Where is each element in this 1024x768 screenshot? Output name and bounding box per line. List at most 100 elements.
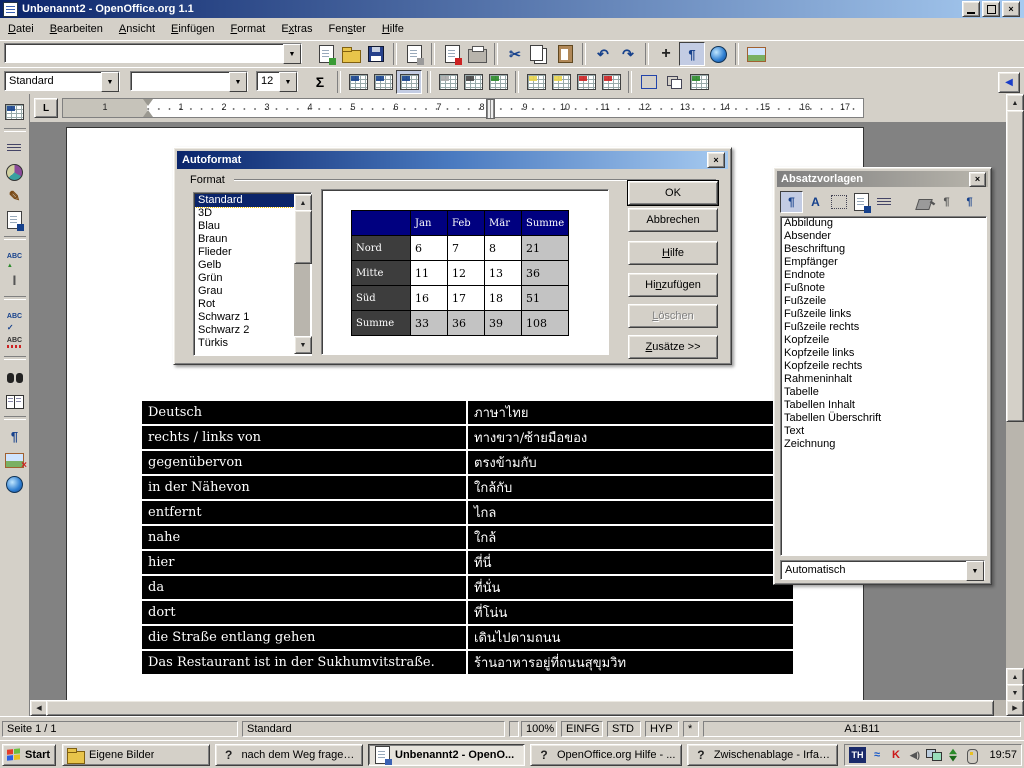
style-item-beschriftung[interactable]: Beschriftung <box>781 243 986 256</box>
delete-column-icon[interactable] <box>599 71 623 93</box>
table-cell-german[interactable]: die Straße entlang gehen <box>141 625 467 650</box>
style-item-text[interactable]: Text <box>781 425 986 438</box>
format-item-standard[interactable]: Standard <box>195 194 294 207</box>
copy-icon[interactable] <box>528 43 552 65</box>
autotext-icon[interactable]: ABC▲ <box>3 244 27 268</box>
style-dropdown-button[interactable]: ▼ <box>101 72 119 92</box>
list-scroll-down-button[interactable]: ▼ <box>294 336 312 354</box>
table-cell-german[interactable]: gegenübervon <box>141 450 467 475</box>
table-cell-german[interactable]: rechts / links von <box>141 425 467 450</box>
cancel-button[interactable]: Abbrechen <box>628 208 718 232</box>
redo-icon[interactable]: ↷ <box>616 43 640 65</box>
menu-ansicht[interactable]: Ansicht <box>111 20 163 38</box>
url-combobox[interactable]: ▼ <box>4 43 302 63</box>
style-item-rahmeninhalt[interactable]: Rahmeninhalt <box>781 373 986 386</box>
close-button[interactable]: × <box>1002 1 1020 17</box>
new-document-icon[interactable] <box>314 43 338 65</box>
optimize-icon[interactable] <box>396 70 422 94</box>
save-icon[interactable] <box>364 43 388 65</box>
style-item-zeichnung[interactable]: Zeichnung <box>781 438 986 451</box>
format-item-schwarz-2[interactable]: Schwarz 2 <box>195 324 294 337</box>
table-cell-german[interactable]: entfernt <box>141 500 467 525</box>
task-eigene-bilder-icon[interactable] <box>67 744 85 766</box>
fill-format-mode-icon[interactable] <box>913 192 934 212</box>
format-item-rot[interactable]: Rot <box>195 298 294 311</box>
menu-hilfe[interactable]: Hilfe <box>374 20 412 38</box>
start-button[interactable]: Start <box>2 744 56 766</box>
size-dropdown-button[interactable]: ▼ <box>279 72 297 92</box>
style-item-absender[interactable]: Absender <box>781 230 986 243</box>
style-item-tabelle[interactable]: Tabelle <box>781 386 986 399</box>
table-cell-german[interactable]: in der Nähevon <box>141 475 467 500</box>
task-zwischenablage[interactable]: ?Zwischenablage - Irfan... <box>687 744 838 766</box>
export-pdf-icon[interactable] <box>440 43 464 65</box>
task-unbenannt2[interactable]: Unbenannt2 - OpenO... <box>368 744 525 766</box>
table-cell-thai[interactable]: ภาษาไทย <box>467 400 794 425</box>
format-item-blau[interactable]: Blau <box>195 220 294 233</box>
task-nach-dem-weg-fragen[interactable]: ?nach dem Weg fragen ... <box>215 744 363 766</box>
url-value[interactable] <box>4 43 302 63</box>
style-item-fu-zeile-rechts[interactable]: Fußzeile rechts <box>781 321 986 334</box>
table-cell-thai[interactable]: ตรงข้ามกับ <box>467 450 794 475</box>
add-button[interactable]: Hinzufügen <box>628 273 718 297</box>
borders-icon[interactable] <box>436 71 460 93</box>
format-item-gelb[interactable]: Gelb <box>195 259 294 272</box>
style-item-empf-nger[interactable]: Empfänger <box>781 256 986 269</box>
style-item-abbildung[interactable]: Abbildung <box>781 217 986 230</box>
table-cell-thai[interactable]: ใกล้ <box>467 525 794 550</box>
task-unbenannt2-icon[interactable] <box>373 744 391 766</box>
insert-object-icon[interactable] <box>3 160 27 184</box>
split-cells-icon[interactable] <box>371 71 395 93</box>
format-item-t-rkis[interactable]: Türkis <box>195 337 294 350</box>
network-icon[interactable] <box>926 747 942 763</box>
print-icon[interactable] <box>465 43 489 65</box>
help-button[interactable]: Hilfe <box>628 241 718 265</box>
gallery-icon[interactable] <box>744 43 768 65</box>
spellcheck-icon[interactable]: ABC✓ <box>3 304 27 328</box>
input-device-icon[interactable] <box>964 747 980 763</box>
scroll-right-button[interactable]: ▶ <box>1006 700 1024 716</box>
style-item-kopfzeile-links[interactable]: Kopfzeile links <box>781 347 986 360</box>
tray-k-icon[interactable]: K <box>888 747 904 763</box>
tab-type-selector[interactable]: L <box>34 98 58 118</box>
format-item-3d[interactable]: 3D <box>195 207 294 220</box>
hyperlink-mode-indicator[interactable]: HYP <box>645 721 679 737</box>
volume-icon[interactable]: ◀) <box>907 747 923 763</box>
vertical-scroll-thumb[interactable] <box>1006 110 1024 422</box>
open-icon[interactable] <box>339 43 363 65</box>
task-openoffice-hilfe-icon[interactable]: ? <box>535 744 553 766</box>
insert-column-icon[interactable] <box>549 71 573 93</box>
update-style-icon[interactable]: ¶ <box>959 192 980 212</box>
paste-icon[interactable] <box>553 43 577 65</box>
paragraph-style-combobox[interactable]: Standard ▼ <box>4 71 120 91</box>
sum-icon[interactable]: Σ <box>308 71 332 93</box>
style-listbox[interactable]: AbbildungAbsenderBeschriftungEmpfängerEn… <box>780 216 987 556</box>
style-item-endnote[interactable]: Endnote <box>781 269 986 282</box>
undo-icon[interactable]: ↶ <box>591 43 615 65</box>
table-cell-german[interactable]: hier <box>141 550 467 575</box>
paragraph-styles-icon[interactable]: ¶ <box>780 191 803 213</box>
template-indicator[interactable]: Standard <box>242 721 505 737</box>
autospellcheck-icon[interactable]: ABC <box>3 328 27 352</box>
format-item-braun[interactable]: Braun <box>195 233 294 246</box>
insert-frame-icon[interactable] <box>637 71 661 93</box>
character-styles-icon[interactable]: A <box>805 192 826 212</box>
numbering-styles-icon[interactable] <box>874 192 895 212</box>
style-item-kopfzeile-rechts[interactable]: Kopfzeile rechts <box>781 360 986 373</box>
style-filter-value[interactable]: Automatisch <box>780 560 985 580</box>
table-cell-thai[interactable]: ที่นั่น <box>467 575 794 600</box>
table-cell-thai[interactable]: ร้านอาหารอยู่ที่ถนนสุขุมวิท <box>467 650 794 675</box>
format-listbox[interactable]: Standard3DBlauBraunFliederGelbGrünGrauRo… <box>193 192 312 356</box>
vertical-scrollbar[interactable]: ▲ ▲ ▼ <box>1006 94 1024 700</box>
task-nach-dem-weg-fragen-icon[interactable]: ? <box>220 744 237 766</box>
online-layout-icon[interactable] <box>3 472 27 496</box>
table-cell-german[interactable]: Deutsch <box>141 400 467 425</box>
zoom-indicator[interactable]: 100% <box>521 721 557 737</box>
task-eigene-bilder[interactable]: Eigene Bilder <box>62 744 210 766</box>
page-indicator[interactable]: Seite 1 / 1 <box>2 721 238 737</box>
menu-bearbeiten[interactable]: Bearbeiten <box>42 20 111 38</box>
frame-styles-icon[interactable] <box>828 192 849 212</box>
table-properties-icon[interactable] <box>687 71 711 93</box>
new-style-from-selection-icon[interactable]: ¶ <box>936 192 957 212</box>
minimize-button[interactable] <box>962 1 980 17</box>
